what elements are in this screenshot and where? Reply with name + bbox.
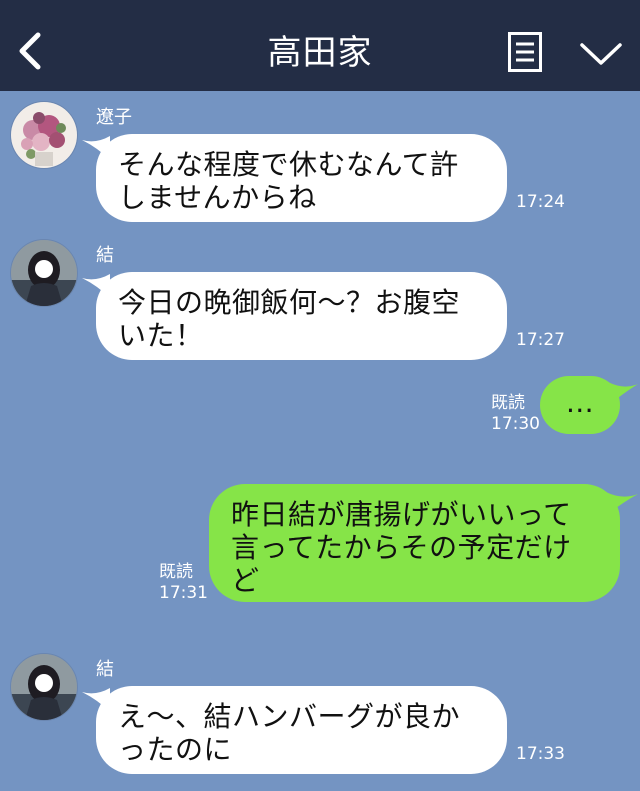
message-time: 17:31 (159, 583, 208, 603)
message-line: え〜、結ハンバーグが良か (118, 700, 461, 733)
sender-name: 結 (96, 659, 114, 680)
avatar-girl (11, 240, 77, 306)
message-time: 17:33 (516, 744, 565, 764)
chat-header: 高田家 (0, 0, 640, 91)
message-line: ったのに (118, 733, 233, 766)
message-line: … (565, 386, 595, 419)
message-line: いた！ (118, 319, 204, 352)
message-line: 昨日結が唐揚げがいいって (231, 498, 572, 531)
message-meta: 既読 17:30 (491, 393, 540, 435)
sender-name: 結 (96, 245, 114, 266)
message-time: 17:30 (491, 414, 540, 434)
message-bubble[interactable]: 今日の晩御飯何〜？お腹空 いた！ (96, 272, 507, 360)
sender-name: 遼子 (96, 107, 132, 128)
message-bubble[interactable]: … (540, 376, 620, 434)
chat-title: 高田家 (267, 33, 373, 73)
message-line: しませんからね (118, 181, 317, 214)
read-receipt: 既読 (491, 393, 525, 413)
avatar-yui[interactable] (10, 653, 78, 721)
message-time: 17:27 (516, 330, 565, 350)
message-bubble[interactable]: え〜、結ハンバーグが良か ったのに (96, 686, 507, 774)
message-meta: 既読 17:31 (159, 562, 208, 604)
message-bubble[interactable]: 昨日結が唐揚げがいいって 言ってたからその予定だけ ど (209, 484, 620, 602)
notes-icon[interactable] (508, 32, 542, 72)
avatar-yui[interactable] (10, 239, 78, 307)
read-receipt: 既読 (159, 562, 193, 582)
message-time: 17:24 (516, 192, 565, 212)
avatar-flowers (11, 102, 77, 168)
message-line: ど (231, 564, 260, 597)
message-line: 今日の晩御飯何〜？お腹空 (118, 286, 461, 319)
message-line: そんな程度で休むなんて許 (118, 148, 459, 181)
avatar-ryoko[interactable] (10, 101, 78, 169)
message-line: 言ってたからその予定だけ (231, 531, 572, 564)
avatar-girl (11, 654, 77, 720)
message-bubble[interactable]: そんな程度で休むなんて許 しませんからね (96, 134, 507, 222)
chevron-down-icon[interactable] (580, 42, 622, 66)
